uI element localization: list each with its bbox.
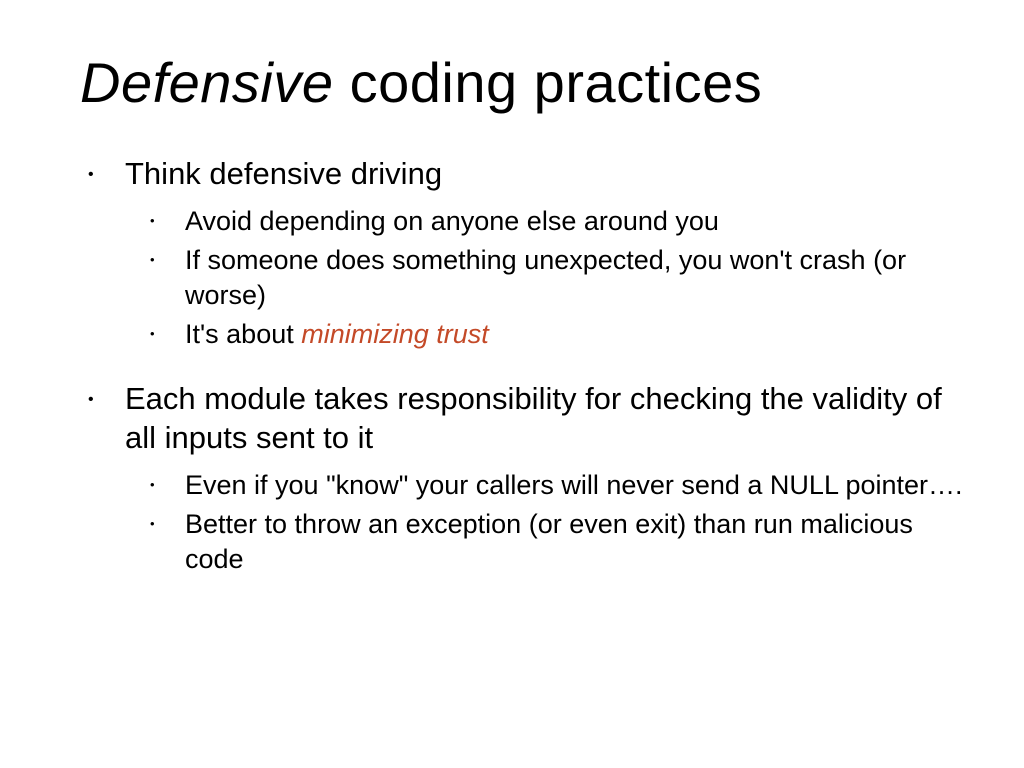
title-rest: coding practices (334, 51, 763, 114)
title-italic-word: Defensive (80, 51, 334, 114)
list-item: Even if you "know" your callers will nev… (135, 468, 974, 503)
bullet-text: Better to throw an exception (or even ex… (185, 509, 913, 574)
list-item: Think defensive driving Avoid depending … (80, 155, 974, 352)
sub-bullet-list: Avoid depending on anyone else around yo… (135, 204, 974, 352)
list-item: Better to throw an exception (or even ex… (135, 507, 974, 577)
list-item: If someone does something unexpected, yo… (135, 243, 974, 313)
bullet-text: If someone does something unexpected, yo… (185, 245, 906, 310)
bullet-text-prefix: It's about (185, 319, 301, 349)
bullet-text: Avoid depending on anyone else around yo… (185, 206, 719, 236)
slide-title: Defensive coding practices (80, 50, 974, 115)
highlighted-phrase: minimizing trust (301, 319, 489, 349)
bullet-text: Think defensive driving (125, 156, 442, 191)
bullet-list: Think defensive driving Avoid depending … (80, 155, 974, 577)
sub-bullet-list: Even if you "know" your callers will nev… (135, 468, 974, 577)
slide: Defensive coding practices Think defensi… (0, 0, 1024, 768)
list-item: It's about minimizing trust (135, 317, 974, 352)
bullet-text: Even if you "know" your callers will nev… (185, 470, 963, 500)
list-item: Avoid depending on anyone else around yo… (135, 204, 974, 239)
bullet-text: Each module takes responsibility for che… (125, 381, 942, 455)
list-item: Each module takes responsibility for che… (80, 380, 974, 577)
